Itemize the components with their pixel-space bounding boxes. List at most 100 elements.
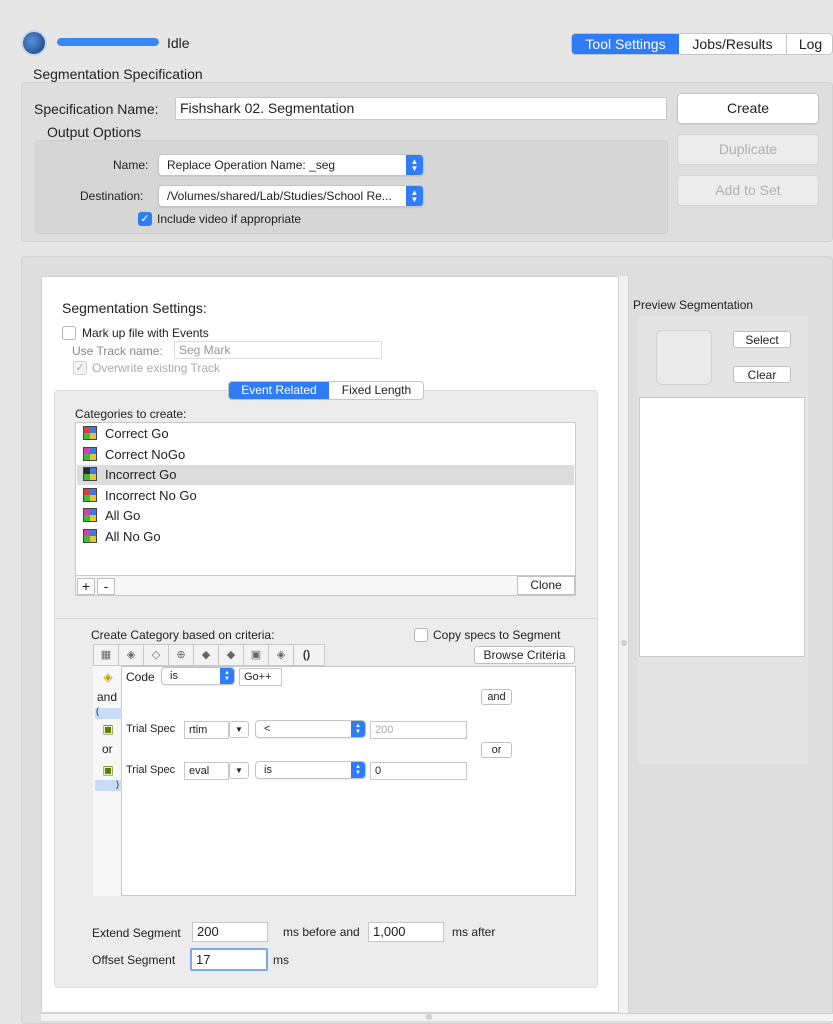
list-footer: [75, 575, 576, 596]
include-video-checkbox[interactable]: ✓: [138, 212, 152, 226]
markup-checkbox[interactable]: [62, 326, 76, 340]
list-item[interactable]: Correct NoGo: [77, 445, 574, 465]
eval-operator-select[interactable]: is ▲ ▼: [255, 761, 366, 779]
list-item[interactable]: Correct Go: [77, 424, 574, 444]
paren-tool-icon[interactable]: (): [294, 645, 319, 665]
chevron-updown-icon: ▲ ▼: [220, 668, 234, 684]
tab-bar: Tool Settings Jobs/Results Log: [571, 33, 833, 55]
tab-log[interactable]: Log: [787, 34, 832, 54]
add-category-button[interactable]: +: [77, 578, 95, 595]
destination-value: /Volumes/shared/Lab/Studies/School Re...: [167, 189, 392, 203]
category-label: Incorrect No Go: [105, 487, 197, 503]
spec-section-title: Segmentation Specification: [33, 66, 203, 82]
category-label: Incorrect Go: [105, 467, 177, 482]
preview-area: [639, 397, 805, 657]
criteria-label: Create Category based on criteria:: [91, 628, 275, 642]
categories-label: Categories to create:: [75, 407, 187, 421]
list-item[interactable]: All Go: [77, 506, 574, 526]
category-icon: [83, 446, 97, 461]
chevron-updown-icon: ▲ ▼: [406, 186, 423, 206]
output-name-value: Replace Operation Name: _seg: [167, 158, 336, 172]
code-tool-icon[interactable]: ◈: [119, 645, 144, 665]
extend-label: Extend Segment: [92, 926, 181, 940]
range-tool-icon[interactable]: ◇: [144, 645, 169, 665]
eval-operator-value: is: [264, 764, 272, 776]
spec-name-input[interactable]: Fishshark 02. Segmentation: [175, 97, 667, 120]
tab-jobs-results[interactable]: Jobs/Results: [679, 34, 787, 54]
eval-field-select[interactable]: eval: [184, 762, 229, 780]
category-label: All Go: [105, 508, 141, 523]
remove-category-button[interactable]: -: [97, 578, 115, 595]
browse-criteria-button[interactable]: Browse Criteria: [474, 646, 575, 664]
extend-before-input[interactable]: 200: [192, 922, 268, 942]
and-connector: and: [97, 690, 118, 704]
trial-spec-label-1: Trial Spec: [126, 723, 176, 735]
divider-handle-icon: [621, 640, 627, 646]
or-connector: or: [102, 742, 113, 756]
select-button[interactable]: Select: [733, 331, 791, 348]
tab-tool-settings[interactable]: Tool Settings: [572, 34, 679, 54]
use-track-label: Use Track name:: [72, 344, 163, 358]
track-name-input[interactable]: Seg Mark: [174, 341, 382, 359]
offset-label: Offset Segment: [92, 953, 176, 967]
code-operator-select[interactable]: is ▲ ▼: [161, 667, 235, 685]
add-to-set-button[interactable]: Add to Set: [677, 175, 819, 206]
category-icon: [83, 467, 97, 481]
eval-value-input[interactable]: 0: [370, 762, 467, 780]
rtim-field-select[interactable]: rtim: [184, 721, 229, 739]
list-item[interactable]: Incorrect Go: [77, 465, 574, 485]
code-value-input[interactable]: Go++: [239, 668, 282, 686]
mode-segment-control: Event Related Fixed Length: [228, 381, 424, 400]
and-button[interactable]: and: [481, 689, 512, 705]
link-tool-icon[interactable]: ◆: [194, 645, 219, 665]
or-button[interactable]: or: [481, 742, 512, 758]
code-label: Code: [126, 670, 155, 684]
clone-button[interactable]: Clone: [517, 576, 575, 595]
chevron-updown-icon: ▲ ▼: [351, 762, 365, 778]
tab-fixed-length[interactable]: Fixed Length: [329, 382, 423, 399]
categories-list[interactable]: Correct Go Correct NoGo Incorrect Go Incorr…: [75, 422, 576, 596]
extend-after-input[interactable]: 1,000: [368, 922, 444, 942]
rtim-operator-select[interactable]: < ▲ ▼: [255, 720, 366, 738]
bottom-divider[interactable]: [41, 1013, 833, 1021]
grid-tool-icon[interactable]: ▦: [94, 645, 119, 665]
offset-input[interactable]: 17: [190, 948, 268, 971]
copy-specs-label: Copy specs to Segment: [433, 628, 561, 642]
category-icon: [83, 528, 97, 543]
ms-after-label: ms after: [452, 925, 496, 939]
progress-fill: [57, 38, 159, 46]
create-button[interactable]: Create: [677, 93, 819, 124]
chevron-down-icon[interactable]: ▼: [229, 721, 249, 738]
output-name-select[interactable]: Replace Operation Name: _seg ▲ ▼: [158, 154, 424, 176]
chevron-down-icon[interactable]: ▼: [229, 762, 249, 779]
markup-label: Mark up file with Events: [82, 326, 209, 340]
destination-select[interactable]: /Volumes/shared/Lab/Studies/School Re...…: [158, 185, 424, 207]
tab-event-related[interactable]: Event Related: [229, 382, 329, 399]
duplicate-button[interactable]: Duplicate: [677, 134, 819, 165]
progress-bar: [57, 38, 159, 46]
section-divider: [54, 618, 598, 619]
destination-label: Destination:: [80, 189, 144, 203]
output-name-label: Name:: [113, 158, 149, 172]
trial-tool-icon[interactable]: ▣: [244, 645, 269, 665]
list-item[interactable]: All No Go: [77, 527, 574, 547]
settings-title: Segmentation Settings:: [62, 300, 207, 316]
spec-tool-icon[interactable]: ⊕: [169, 645, 194, 665]
overwrite-checkbox[interactable]: ✓: [73, 361, 87, 375]
rtim-operator-value: <: [264, 723, 271, 735]
category-icon: [83, 487, 97, 502]
copy-specs-checkbox[interactable]: [414, 628, 428, 642]
rtim-value-input[interactable]: 200: [370, 721, 467, 739]
category-label: Correct NoGo: [105, 446, 186, 462]
bottom-handle-icon: [426, 1014, 432, 1020]
list-item[interactable]: Incorrect No Go: [77, 486, 574, 506]
category-label: All No Go: [105, 528, 161, 544]
paren-open-highlight: [95, 708, 122, 719]
category-label: Correct Go: [105, 426, 169, 441]
category-icon: [83, 508, 97, 522]
clear-button[interactable]: Clear: [733, 366, 791, 383]
event-tool-icon[interactable]: ◈: [269, 645, 294, 665]
flag-tool-icon[interactable]: ◆: [219, 645, 244, 665]
include-video-label: Include video if appropriate: [157, 212, 302, 226]
trial-spec-label-2: Trial Spec: [126, 764, 176, 776]
